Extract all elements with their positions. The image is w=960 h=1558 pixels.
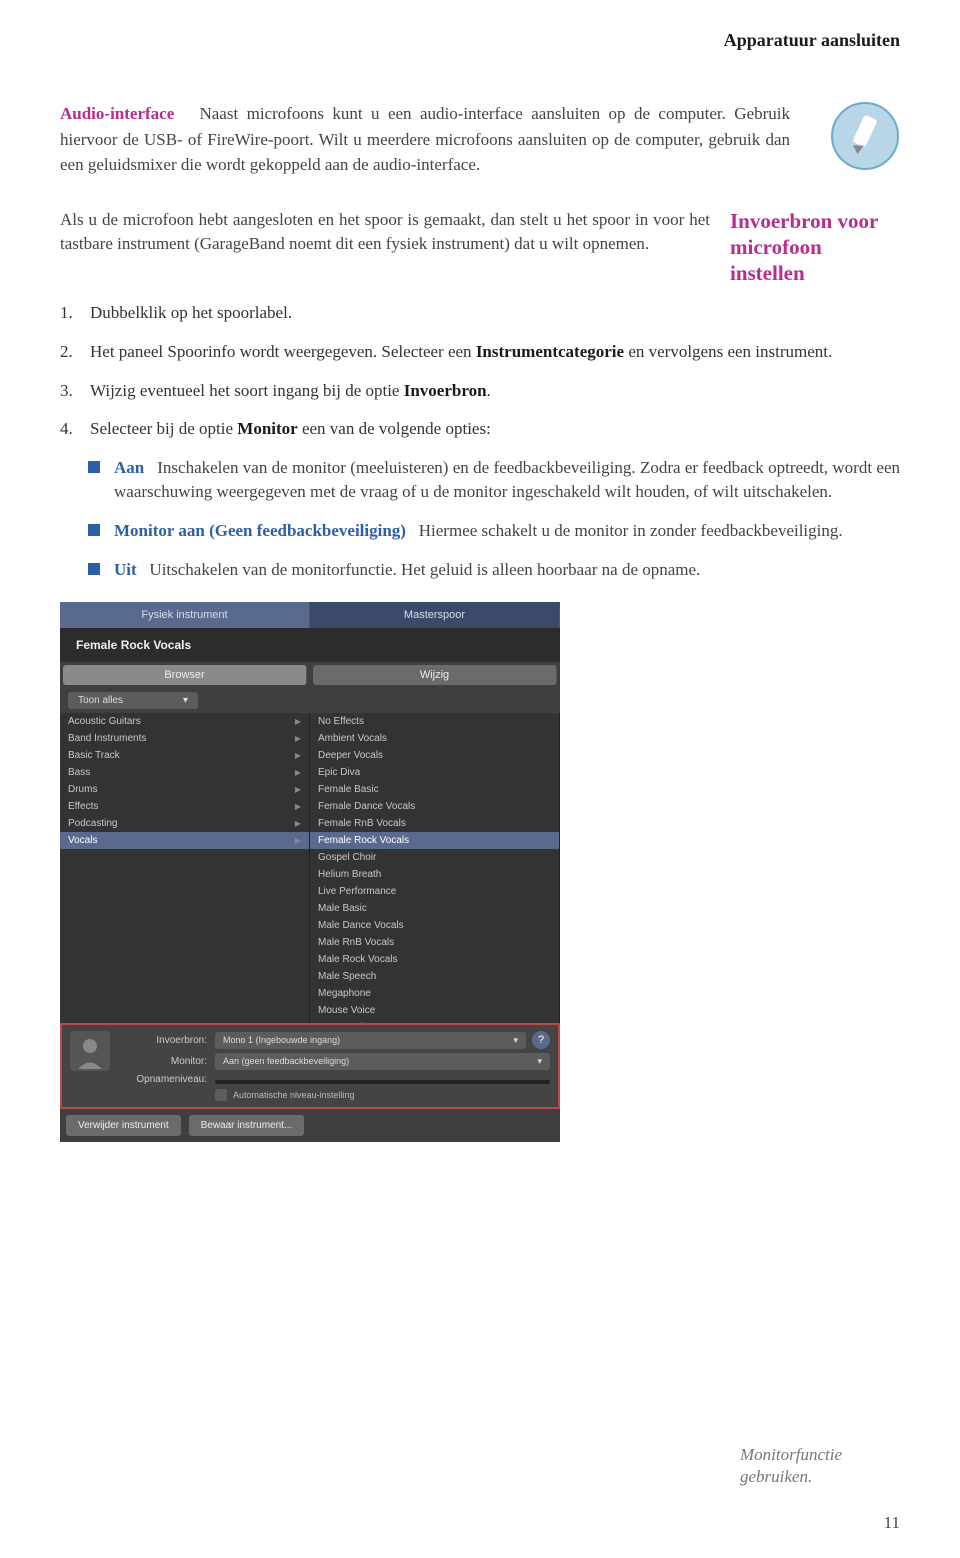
opnameniveau-label: Opnameniveau:	[120, 1074, 215, 1085]
category-column: Acoustic Guitars▶Band Instruments▶Basic …	[60, 713, 310, 1023]
square-bullet-icon	[88, 524, 100, 536]
step-3: 3. Wijzig eventueel het soort ingang bij…	[60, 379, 900, 404]
instrument-row[interactable]: Epic Diva	[310, 764, 559, 781]
instrument-row[interactable]: Mouse Voice	[310, 1002, 559, 1019]
category-row[interactable]: Basic Track▶	[60, 747, 309, 764]
figure-caption: Monitorfunctie gebruiken.	[740, 1444, 900, 1488]
subtab-wijzig[interactable]: Wijzig	[313, 665, 557, 685]
step-number: 4.	[60, 417, 90, 442]
opnameniveau-slider[interactable]	[215, 1080, 550, 1084]
intro-term: Audio-interface	[60, 104, 174, 123]
monitor-dropdown[interactable]: Aan (geen feedbackbeveiliging)▾	[215, 1053, 550, 1070]
category-row[interactable]: Band Instruments▶	[60, 730, 309, 747]
section-row: Als u de microfoon hebt aangesloten en h…	[60, 208, 900, 287]
instrument-row[interactable]: Male Dance Vocals	[310, 917, 559, 934]
step-body: Het paneel Spoorinfo wordt weergegeven. …	[90, 340, 900, 365]
invoerbron-label: Invoerbron:	[120, 1035, 215, 1046]
step-1: 1. Dubbelklik op het spoorlabel.	[60, 301, 900, 326]
instrument-column: No EffectsAmbient VocalsDeeper VocalsEpi…	[310, 713, 560, 1023]
option-body: Uit Uitschakelen van de monitorfunctie. …	[114, 558, 900, 583]
filter-row: Toon alles ▾	[60, 688, 560, 713]
instrument-title: Female Rock Vocals	[60, 628, 560, 662]
help-icon[interactable]: ?	[532, 1031, 550, 1049]
sub-tabs: Browser Wijzig	[60, 662, 560, 688]
auto-level-label: Automatische niveau-instelling	[233, 1090, 355, 1100]
step-number: 2.	[60, 340, 90, 365]
category-row[interactable]: Acoustic Guitars▶	[60, 713, 309, 730]
option-list: Aan Inschakelen van de monitor (meeluist…	[88, 456, 900, 583]
monitor-field: Monitor: Aan (geen feedbackbeveiliging)▾	[120, 1053, 550, 1070]
invoerbron-field: Invoerbron: Mono 1 (Ingebouwde ingang)▾ …	[120, 1031, 550, 1049]
instrument-row[interactable]: Helium Breath	[310, 866, 559, 883]
instrument-row[interactable]: Ambient Vocals	[310, 730, 559, 747]
chevron-down-icon: ▾	[537, 1056, 542, 1067]
delete-instrument-button[interactable]: Verwijder instrument	[66, 1115, 181, 1136]
square-bullet-icon	[88, 563, 100, 575]
input-settings-box: Invoerbron: Mono 1 (Ingebouwde ingang)▾ …	[60, 1023, 560, 1109]
monitor-label: Monitor:	[120, 1056, 215, 1067]
step-body: Wijzig eventueel het soort ingang bij de…	[90, 379, 900, 404]
subtab-browser[interactable]: Browser	[63, 665, 307, 685]
auto-level-row: Automatische niveau-instelling	[215, 1089, 550, 1101]
intro-text: Audio-interface Naast microfoons kunt u …	[60, 101, 790, 178]
instrument-row[interactable]: Deeper Vocals	[310, 747, 559, 764]
category-row[interactable]: Bass▶	[60, 764, 309, 781]
numbered-list: 1. Dubbelklik op het spoorlabel. 2. Het …	[60, 301, 900, 442]
instrument-row[interactable]: Male RnB Vocals	[310, 934, 559, 951]
auto-level-checkbox[interactable]	[215, 1089, 227, 1101]
instrument-row[interactable]: Male Speech	[310, 968, 559, 985]
spoorinfo-panel: Fysiek instrument Masterspoor Female Roc…	[60, 602, 560, 1142]
chevron-down-icon: ▾	[513, 1035, 518, 1046]
step-body: Selecteer bij de optie Monitor een van d…	[90, 417, 900, 442]
step-number: 1.	[60, 301, 90, 326]
page-header: Apparatuur aansluiten	[60, 30, 900, 51]
instrument-row[interactable]: Female Rock Vocals	[310, 832, 559, 849]
save-instrument-button[interactable]: Bewaar instrument...	[189, 1115, 305, 1136]
step-2: 2. Het paneel Spoorinfo wordt weergegeve…	[60, 340, 900, 365]
option-body: Monitor aan (Geen feedbackbeveiliging) H…	[114, 519, 900, 544]
instrument-row[interactable]: Female RnB Vocals	[310, 815, 559, 832]
option-aan: Aan Inschakelen van de monitor (meeluist…	[88, 456, 900, 505]
step-number: 3.	[60, 379, 90, 404]
category-row[interactable]: Drums▶	[60, 781, 309, 798]
pencil-note-icon	[830, 101, 900, 171]
opnameniveau-field: Opnameniveau:	[120, 1074, 550, 1085]
section-para: Als u de microfoon hebt aangesloten en h…	[60, 208, 710, 287]
instrument-row[interactable]: No Effects	[310, 713, 559, 730]
chevron-down-icon: ▾	[183, 695, 188, 706]
instrument-row[interactable]: Gospel Choir	[310, 849, 559, 866]
tab-fysiek-instrument[interactable]: Fysiek instrument	[60, 602, 310, 628]
instrument-row[interactable]: Male Basic	[310, 900, 559, 917]
tab-masterspoor[interactable]: Masterspoor	[310, 602, 560, 628]
category-row[interactable]: Vocals▶	[60, 832, 309, 849]
square-bullet-icon	[88, 461, 100, 473]
top-tabs: Fysiek instrument Masterspoor	[60, 602, 560, 628]
instrument-row[interactable]: Live Performance	[310, 883, 559, 900]
side-heading: Invoerbron voor microfoon instellen	[730, 208, 900, 287]
step-body: Dubbelklik op het spoorlabel.	[90, 301, 900, 326]
intro-block: Audio-interface Naast microfoons kunt u …	[60, 101, 900, 178]
instrument-row[interactable]: Megaphone	[310, 985, 559, 1002]
invoerbron-dropdown[interactable]: Mono 1 (Ingebouwde ingang)▾	[215, 1032, 526, 1049]
instrument-row[interactable]: Female Basic	[310, 781, 559, 798]
category-row[interactable]: Effects▶	[60, 798, 309, 815]
instrument-row[interactable]: Female Dance Vocals	[310, 798, 559, 815]
browser-columns: Acoustic Guitars▶Band Instruments▶Basic …	[60, 713, 560, 1023]
instrument-row[interactable]: Male Rock Vocals	[310, 951, 559, 968]
category-row[interactable]: Podcasting▶	[60, 815, 309, 832]
option-uit: Uit Uitschakelen van de monitorfunctie. …	[88, 558, 900, 583]
step-4: 4. Selecteer bij de optie Monitor een va…	[60, 417, 900, 442]
bottom-buttons: Verwijder instrument Bewaar instrument..…	[60, 1109, 560, 1142]
filter-dropdown[interactable]: Toon alles ▾	[68, 692, 198, 709]
page-number: 11	[884, 1513, 900, 1533]
instrument-row[interactable]: Pop Vocals	[310, 1019, 559, 1023]
option-monitor-aan: Monitor aan (Geen feedbackbeveiliging) H…	[88, 519, 900, 544]
option-body: Aan Inschakelen van de monitor (meeluist…	[114, 456, 900, 505]
instrument-avatar-icon	[70, 1031, 110, 1071]
